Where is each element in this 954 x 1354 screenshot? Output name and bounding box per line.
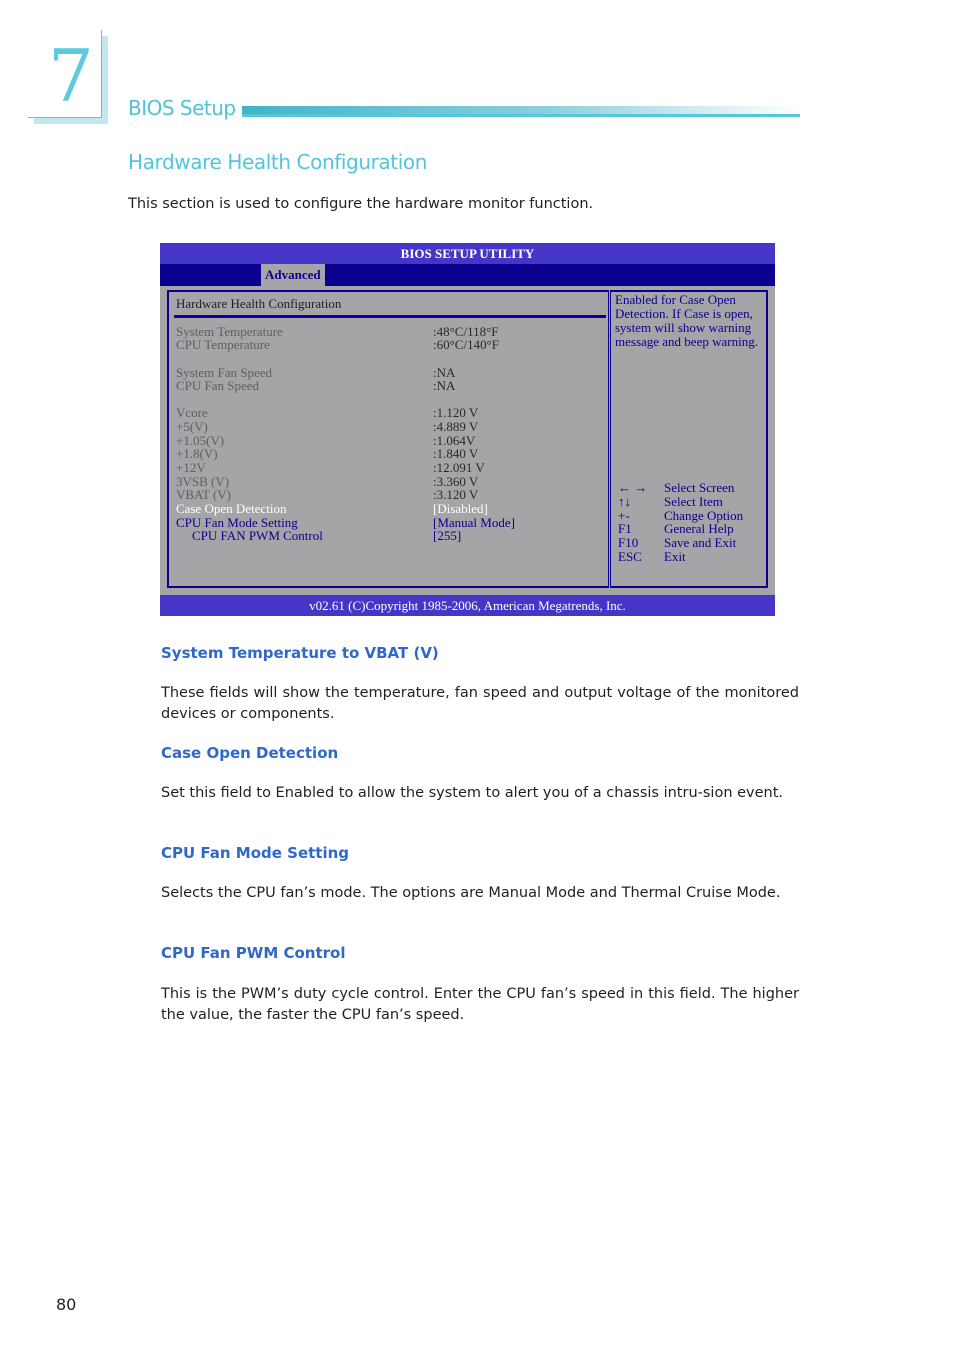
key-description: General Help: [664, 521, 734, 536]
row-label: Vcore: [176, 405, 208, 420]
bios-heading-divider: [174, 315, 606, 318]
row-value: :1.120 V: [433, 405, 479, 420]
bios-tab-bar: Advanced: [160, 264, 775, 286]
bios-panel-heading: Hardware Health Configuration: [176, 296, 342, 311]
desc-heading-cpu-fan-mode: CPU Fan Mode Setting: [161, 844, 350, 862]
row-3vsb: 3VSB (V) :3.360 V: [176, 475, 596, 489]
key-description: Select Item: [664, 494, 723, 509]
key-f1: F1: [618, 521, 632, 536]
desc-heading-system-temperature: System Temperature to VBAT (V): [161, 644, 439, 662]
row-cpu-fan-speed: CPU Fan Speed :NA: [176, 379, 596, 393]
desc-heading-case-open-detection: Case Open Detection: [161, 744, 339, 762]
row-value: :60°C/140°F: [433, 337, 500, 352]
desc-text-system-temperature: These fields will show the temperature, …: [161, 685, 799, 722]
row-label: +5(V): [176, 419, 208, 434]
key-description: Exit: [664, 549, 686, 564]
key-description: Save and Exit: [664, 535, 737, 550]
row-value: :NA: [433, 378, 456, 393]
desc-text-cpu-fan-mode: Selects the CPU fan’s mode. The options …: [161, 885, 781, 901]
key-legend-general-help: F1 General Help: [618, 522, 766, 536]
key-legend-save-exit: F10 Save and Exit: [618, 536, 766, 550]
row-1-8v: +1.8(V) :1.840 V: [176, 447, 596, 461]
desc-text-case-open-detection: Set this field to Enabled to allow the s…: [161, 785, 784, 801]
arrow-up-down-icon: ↑↓: [618, 494, 631, 509]
row-value: :1.840 V: [433, 446, 479, 461]
chapter-title-bar: [242, 106, 800, 114]
desc-text-cpu-fan-pwm: This is the PWM’s duty cycle control. En…: [161, 986, 799, 1023]
key-esc: ESC: [618, 549, 642, 564]
row-label: CPU Fan Speed: [176, 378, 260, 393]
key-legend-select-item: ↑↓ Select Item: [618, 495, 766, 509]
arrow-left-right-icon: ← →: [618, 480, 648, 495]
bios-settings-panel: Hardware Health Configuration System Tem…: [167, 290, 609, 588]
bios-title-bar: BIOS SETUP UTILITY: [160, 243, 775, 264]
help-text: Enabled for Case Open Detection. If Case…: [615, 292, 758, 349]
chapter-title-underline: [242, 114, 800, 117]
tab-advanced[interactable]: Advanced: [261, 264, 325, 286]
section-title: Hardware Health Configuration: [128, 150, 427, 174]
row-vbat: VBAT (V) :3.120 V: [176, 488, 596, 502]
row-label: VBAT (V): [176, 487, 232, 502]
row-label: CPU Temperature: [176, 337, 270, 352]
row-5v: +5(V) :4.889 V: [176, 420, 596, 434]
key-description: Select Screen: [664, 480, 735, 495]
desc-heading-cpu-fan-pwm: CPU Fan PWM Control: [161, 944, 346, 962]
key-legend-select-screen: ← → Select Screen: [618, 481, 766, 495]
bios-copyright-footer: v02.61 (C)Copyright 1985-2006, American …: [160, 595, 775, 616]
row-1-05v: +1.05(V) :1.064V: [176, 434, 596, 448]
row-value: :12.091 V: [433, 460, 485, 475]
row-value[interactable]: [Disabled]: [433, 502, 488, 516]
row-12v: +12V :12.091 V: [176, 461, 596, 475]
row-label: +12V: [176, 460, 206, 475]
row-vcore: Vcore :1.120 V: [176, 406, 596, 420]
row-cpu-temperature: CPU Temperature :60°C/140°F: [176, 338, 596, 352]
key-legend-exit: ESC Exit: [618, 550, 766, 564]
page-number: 80: [56, 1295, 77, 1314]
row-value: :3.120 V: [433, 487, 479, 502]
bios-screen: BIOS SETUP UTILITY Advanced Hardware Hea…: [160, 243, 775, 616]
key-f10: F10: [618, 535, 639, 550]
section-intro: This section is used to configure the ha…: [128, 196, 594, 212]
row-case-open-detection[interactable]: Case Open Detection [Disabled]: [176, 502, 596, 516]
bios-help-panel: Enabled for Case Open Detection. If Case…: [610, 290, 768, 588]
row-cpu-fan-pwm-control[interactable]: CPU FAN PWM Control [255]: [176, 529, 596, 543]
row-value: :4.889 V: [433, 419, 479, 434]
row-label: Case Open Detection: [176, 501, 287, 516]
chapter-number: 7: [48, 34, 94, 118]
chapter-title: BIOS Setup: [128, 96, 236, 120]
row-value[interactable]: [255]: [433, 529, 461, 543]
row-label: CPU FAN PWM Control: [192, 528, 323, 543]
row-label: +1.8(V): [176, 446, 218, 461]
